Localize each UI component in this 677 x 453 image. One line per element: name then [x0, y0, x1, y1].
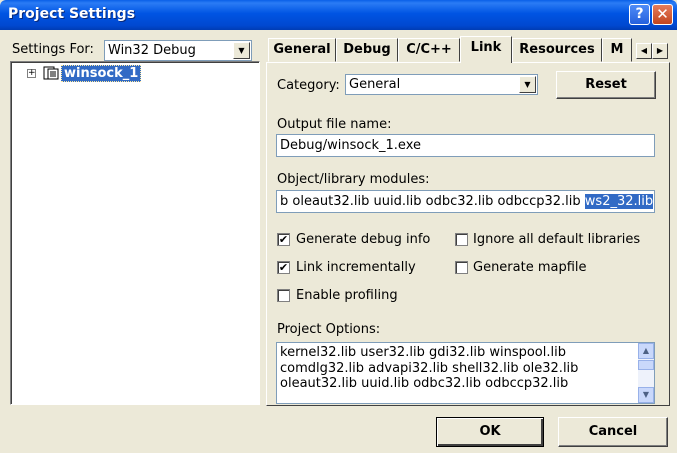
- reset-button[interactable]: Reset: [556, 71, 656, 99]
- expand-icon[interactable]: +: [27, 69, 36, 78]
- project-icon: [43, 66, 59, 80]
- scroll-up-icon[interactable]: ▲: [638, 343, 654, 359]
- tab-link[interactable]: Link: [460, 36, 512, 63]
- generate-debug-info-checkbox[interactable]: ✔: [277, 233, 290, 246]
- tab-strip: General Debug C/C++ Link Resources M ◀ ▶: [266, 36, 670, 63]
- options-line: comdlg32.lib advapi32.lib shell32.lib ol…: [280, 360, 579, 376]
- ok-button[interactable]: OK: [436, 417, 544, 447]
- close-icon[interactable]: ✕: [652, 4, 673, 25]
- settings-for-label: Settings For:: [12, 42, 94, 57]
- category-combo[interactable]: General ▼: [345, 74, 538, 95]
- modules-label: Object/library modules:: [277, 172, 430, 187]
- chevron-right-icon[interactable]: ▶: [652, 43, 668, 59]
- output-file-field[interactable]: Debug/winsock_1.exe: [276, 134, 655, 157]
- category-value: General: [349, 77, 401, 92]
- title-bar[interactable]: Project Settings ? ✕: [0, 0, 677, 30]
- tab-debug[interactable]: Debug: [336, 38, 398, 62]
- options-line: kernel32.lib user32.lib gdi32.lib winspo…: [280, 345, 566, 360]
- chevron-left-icon[interactable]: ◀: [636, 43, 652, 59]
- ignore-default-libraries-label: Ignore all default libraries: [473, 232, 641, 247]
- project-settings-dialog: Project Settings ? ✕ Settings For: Win32…: [0, 0, 677, 453]
- modules-text: b oleaut32.lib uuid.lib odbc32.lib odbcc…: [280, 194, 585, 209]
- enable-profiling-checkbox[interactable]: [277, 289, 290, 302]
- output-file-label: Output file name:: [277, 117, 392, 132]
- generate-mapfile-label: Generate mapfile: [473, 260, 587, 275]
- tree-item-project[interactable]: winsock_1: [61, 65, 142, 82]
- enable-profiling-label: Enable profiling: [296, 288, 398, 303]
- generate-debug-info-label: Generate debug info: [296, 232, 431, 247]
- tab-c-cpp[interactable]: C/C++: [398, 38, 460, 62]
- window-title: Project Settings: [8, 6, 136, 22]
- generate-mapfile-checkbox[interactable]: [455, 261, 468, 274]
- chevron-down-icon[interactable]: ▼: [233, 42, 250, 59]
- modules-field[interactable]: b oleaut32.lib uuid.lib odbc32.lib odbcc…: [276, 190, 655, 213]
- project-tree[interactable]: + winsock_1: [10, 61, 260, 405]
- project-options-label: Project Options:: [277, 322, 381, 337]
- options-scrollbar[interactable]: ▲ ▼: [638, 343, 654, 403]
- scrollbar-thumb[interactable]: [638, 360, 654, 370]
- settings-for-combo[interactable]: Win32 Debug ▼: [104, 40, 252, 61]
- options-line: oleaut32.lib uuid.lib odbc32.lib odbccp3…: [280, 376, 569, 391]
- project-options-textarea[interactable]: kernel32.lib user32.lib gdi32.lib winspo…: [276, 342, 655, 404]
- cancel-button[interactable]: Cancel: [558, 417, 668, 447]
- tab-more[interactable]: M: [602, 38, 632, 62]
- chevron-down-icon[interactable]: ▼: [519, 76, 536, 93]
- help-icon[interactable]: ?: [629, 4, 650, 25]
- tab-resources[interactable]: Resources: [512, 38, 602, 62]
- scroll-down-icon[interactable]: ▼: [638, 387, 654, 403]
- category-label: Category:: [277, 78, 340, 93]
- project-options-text: kernel32.lib user32.lib gdi32.lib winspo…: [280, 345, 635, 403]
- modules-selected-text: ws2_32.lib: [584, 194, 654, 209]
- settings-for-value: Win32 Debug: [108, 43, 196, 58]
- ignore-default-libraries-checkbox[interactable]: [455, 233, 468, 246]
- link-incrementally-label: Link incrementally: [296, 260, 416, 275]
- link-incrementally-checkbox[interactable]: ✔: [277, 261, 290, 274]
- tab-general[interactable]: General: [268, 38, 336, 62]
